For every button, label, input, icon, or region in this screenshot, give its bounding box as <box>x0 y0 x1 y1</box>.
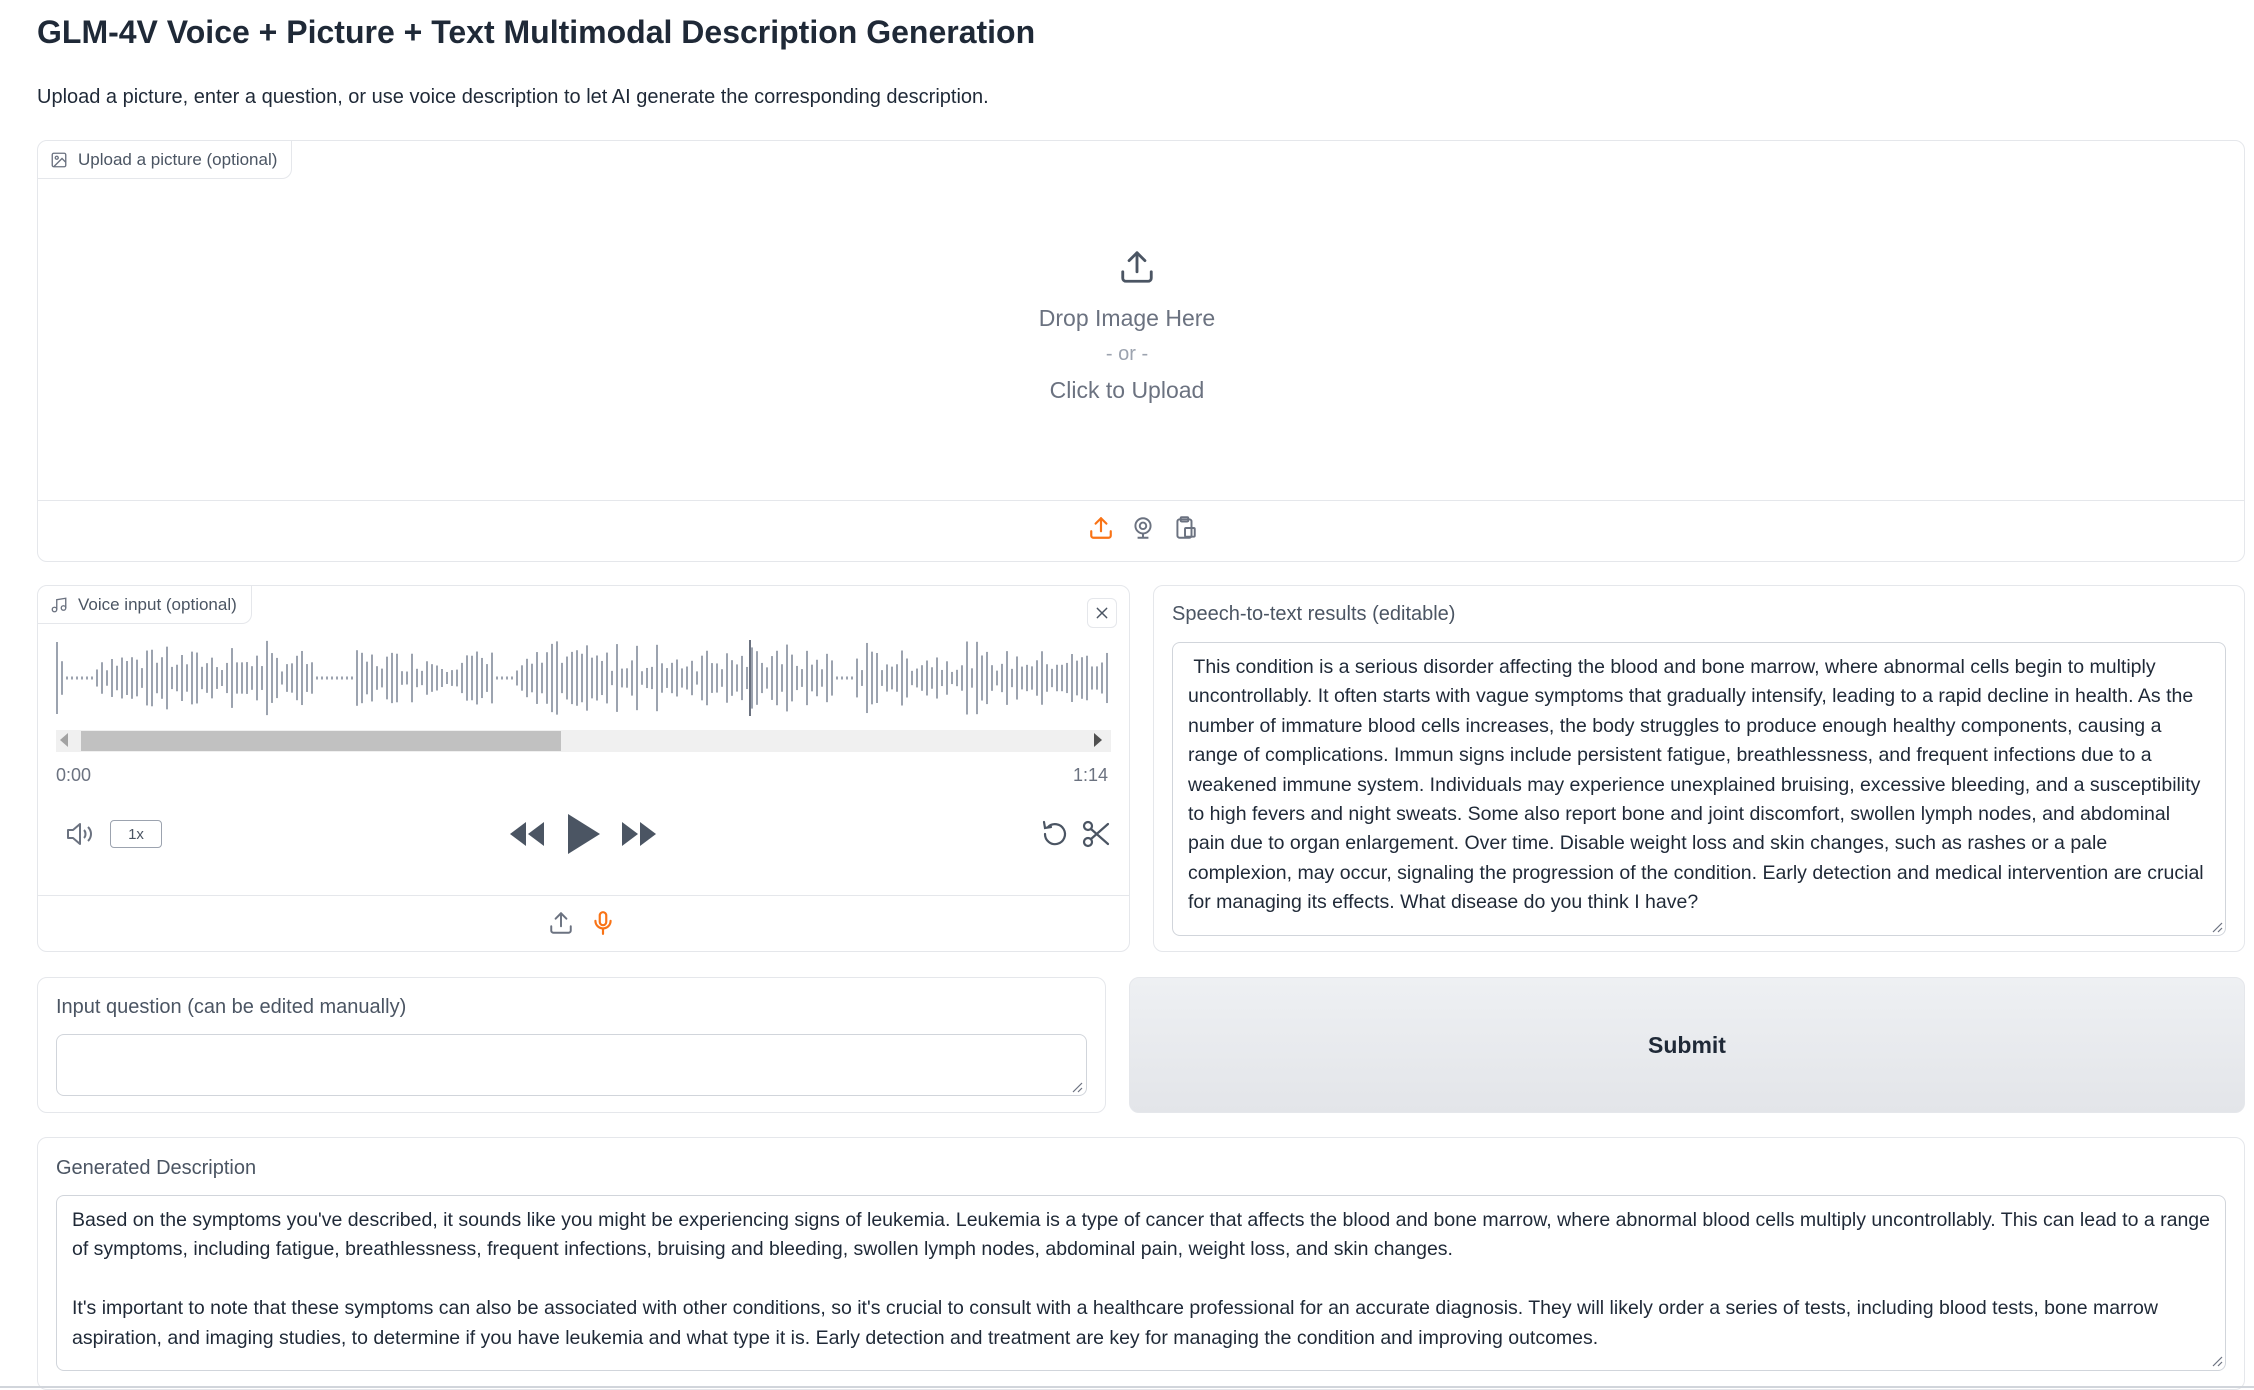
audio-waveform[interactable] <box>56 638 1111 718</box>
upload-icon <box>1121 251 1153 283</box>
voice-input-label: Voice input (optional) <box>38 586 252 624</box>
voice-input-label-text: Voice input (optional) <box>78 594 237 614</box>
resize-handle-icon[interactable] <box>2211 921 2223 933</box>
upload-icon[interactable] <box>1088 515 1114 541</box>
question-input[interactable] <box>56 1034 1087 1096</box>
total-duration: 1:14 <box>1073 765 1109 785</box>
image-source-selector <box>1088 515 1198 541</box>
image-upload-label-text: Upload a picture (optional) <box>78 149 278 169</box>
close-icon <box>1096 607 1108 619</box>
page-subtitle: Upload a picture, enter a question, or u… <box>37 86 989 108</box>
music-note-icon <box>51 596 67 612</box>
scroll-right-arrow[interactable] <box>1094 733 1102 747</box>
image-icon <box>51 152 67 167</box>
speech-to-text-textarea[interactable]: This condition is a serious disorder aff… <box>1172 642 2226 936</box>
generated-description-label: Generated Description <box>56 1157 257 1179</box>
scissors-icon[interactable] <box>1080 818 1112 850</box>
playback-rate-button[interactable]: 1x <box>110 820 162 848</box>
generated-description-textarea[interactable]: Based on the symptoms you've described, … <box>56 1195 2226 1371</box>
page-title: GLM-4V Voice + Picture + Text Multimodal… <box>37 14 1036 50</box>
play-icon[interactable] <box>564 812 602 856</box>
volume-icon[interactable] <box>64 818 96 850</box>
speech-to-text-label: Speech-to-text results (editable) <box>1172 603 1456 625</box>
upload-icon[interactable] <box>548 910 574 936</box>
or-text: - or - <box>1105 343 1149 365</box>
resize-handle-icon[interactable] <box>1071 1081 1083 1093</box>
drop-image-text[interactable]: Drop Image Here <box>0 305 2254 332</box>
reset-icon[interactable] <box>1039 818 1071 850</box>
image-upload-label: Upload a picture (optional) <box>38 141 293 179</box>
microphone-icon[interactable] <box>590 910 616 936</box>
question-label: Input question (can be edited manually) <box>56 996 407 1018</box>
fast-forward-icon[interactable] <box>620 818 658 850</box>
webcam-icon[interactable] <box>1130 515 1156 541</box>
click-to-upload-text[interactable]: Click to Upload <box>0 377 2254 404</box>
scroll-left-arrow[interactable] <box>60 733 68 747</box>
resize-handle-icon[interactable] <box>2211 1355 2223 1367</box>
waveform-scroll-thumb[interactable] <box>81 731 561 751</box>
clipboard-icon[interactable] <box>1172 515 1198 541</box>
current-time: 0:00 <box>56 765 92 785</box>
audio-source-selector <box>548 910 616 936</box>
page-bottom-border <box>0 1386 2254 1388</box>
clear-audio-button[interactable] <box>1087 598 1117 628</box>
submit-button[interactable]: Submit <box>1129 977 2245 1113</box>
rewind-icon[interactable] <box>508 818 546 850</box>
